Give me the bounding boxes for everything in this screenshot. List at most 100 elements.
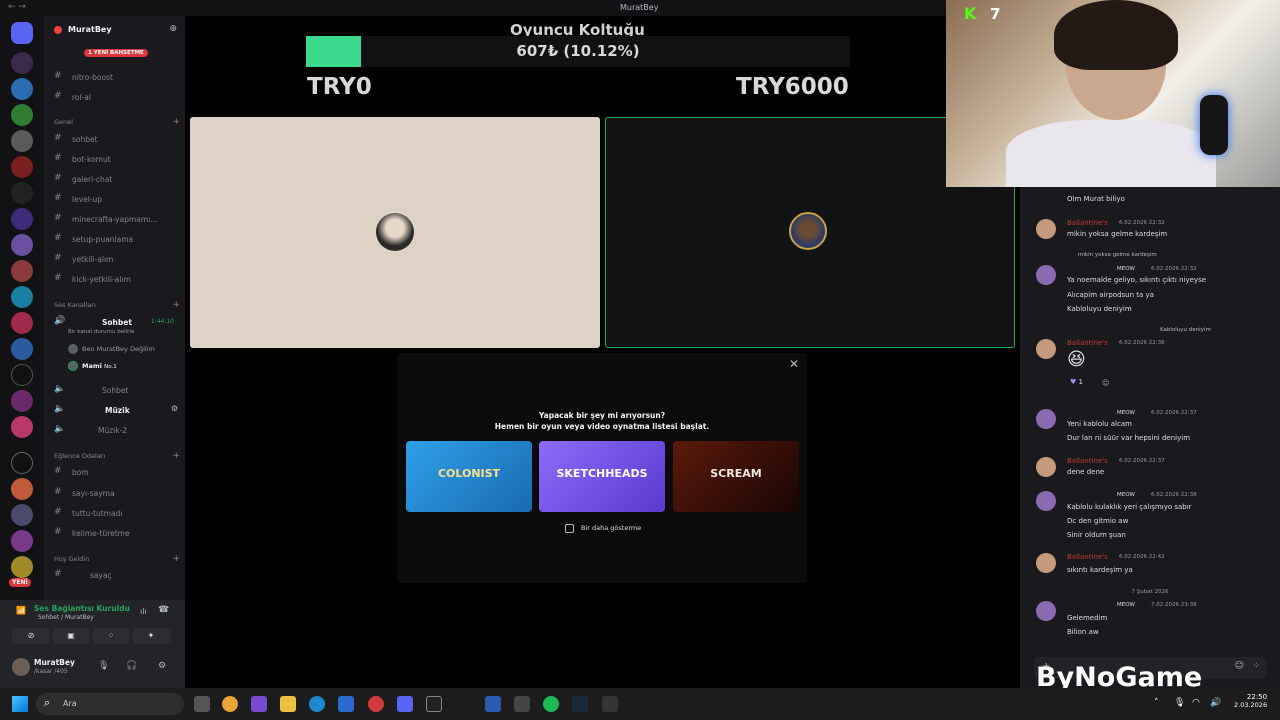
edge-icon[interactable] — [309, 696, 325, 712]
plus-icon[interactable]: + — [172, 554, 180, 564]
channel-status[interactable]: Bir kanal durumu belirle — [68, 329, 134, 335]
mention-badge[interactable]: 1 YENİ BAHSETME — [84, 49, 148, 57]
taskbar-clock[interactable]: 22:50 2.03.2026 — [1234, 693, 1267, 709]
chevron-up-icon[interactable]: ˄ — [1154, 698, 1159, 708]
server-icon[interactable] — [11, 286, 33, 308]
server-icon[interactable] — [11, 364, 33, 386]
server-icon[interactable] — [11, 338, 33, 360]
voice-channel-sohbet[interactable]: 🔈 Sohbet — [52, 381, 180, 399]
channel-kelime-turetme[interactable]: # kelime-türetme — [52, 524, 180, 542]
channel-kick-yetkili-alim[interactable]: # kick-yetkili-alım — [52, 270, 180, 288]
activity-button[interactable]: ⁘ — [92, 628, 130, 644]
channel-level-up[interactable]: # level-up — [52, 190, 180, 208]
spotify-icon[interactable] — [543, 696, 559, 712]
server-icon[interactable] — [11, 556, 33, 578]
server-icon[interactable] — [11, 416, 33, 438]
category-genel[interactable]: Genel + — [54, 117, 180, 127]
voice-channel-muzik[interactable]: 🔈 Müzik ⚙ — [52, 401, 180, 419]
reply-preview[interactable]: Kabloluyu deniyim — [1160, 327, 1211, 333]
app-icon[interactable] — [602, 696, 618, 712]
activity-card-sketchheads[interactable]: SKETCHHEADS — [539, 441, 665, 512]
disconnect-icon[interactable]: ☎ — [158, 605, 169, 615]
server-icon[interactable] — [11, 78, 33, 100]
store-icon[interactable] — [338, 696, 354, 712]
activity-card-colonist[interactable]: COLONIST — [406, 441, 532, 512]
server-icon[interactable] — [11, 208, 33, 230]
dont-show-checkbox[interactable] — [565, 524, 574, 533]
add-member-icon[interactable]: ⊕ — [169, 24, 177, 34]
copilot-icon[interactable] — [251, 696, 267, 712]
camera-off-button[interactable]: ⊘ — [12, 628, 50, 644]
channel-galeri-chat[interactable]: # galeri-chat — [52, 170, 180, 188]
voice-user[interactable]: Ben MuratBey Değilim — [68, 344, 155, 354]
category-hos-geldin[interactable]: Hoş Geldin + — [54, 554, 180, 564]
windows-start-icon[interactable] — [12, 696, 28, 712]
task-view-icon[interactable] — [194, 696, 210, 712]
chat-author[interactable]: Ballantine's — [1067, 457, 1108, 465]
voice-tile-user[interactable] — [190, 117, 600, 348]
channel-sayac[interactable]: # sayaç — [52, 566, 180, 584]
plus-icon[interactable]: + — [172, 300, 180, 310]
channel-bom[interactable]: # bom — [52, 463, 180, 481]
avatar[interactable] — [1036, 491, 1056, 511]
avatar[interactable] — [1036, 219, 1056, 239]
wifi-icon[interactable]: ◠ — [1192, 698, 1200, 708]
close-icon[interactable]: ✕ — [789, 357, 799, 371]
reply-preview[interactable]: mikin yoksa gelme kardeşim — [1078, 252, 1157, 258]
channel-tuttu-tutmadi[interactable]: # tuttu-tutmadı — [52, 504, 180, 522]
server-icon[interactable] — [11, 234, 33, 256]
channel-nitro-boost[interactable]: # nitro-boost — [52, 68, 180, 86]
channel-minecrafta[interactable]: # minecrafta-yapmamı... — [52, 210, 180, 228]
plus-icon[interactable]: + — [172, 117, 180, 127]
avatar[interactable] — [12, 658, 30, 676]
opera-icon[interactable] — [368, 696, 384, 712]
chrome-icon[interactable] — [222, 696, 238, 712]
channel-setup-puanlama[interactable]: # setup-puanlama — [52, 230, 180, 248]
channel-yetkili-alim[interactable]: # yetkili-alım — [52, 250, 180, 268]
discord-home-icon[interactable] — [11, 22, 33, 44]
server-icon[interactable] — [11, 104, 33, 126]
emoji-icon[interactable]: ☺ — [1235, 661, 1244, 671]
category-eglence[interactable]: Eğlence Odaları + — [54, 451, 180, 461]
avatar[interactable] — [1036, 339, 1056, 359]
gear-icon[interactable]: ⚙ — [158, 661, 166, 671]
avatar[interactable] — [1036, 457, 1056, 477]
file-explorer-icon[interactable] — [280, 696, 296, 712]
server-icon[interactable] — [11, 530, 33, 552]
channel-rol-al[interactable]: # rol-al — [52, 88, 180, 106]
voice-user[interactable]: Mami No.1 — [68, 361, 117, 371]
app-icon[interactable] — [514, 696, 530, 712]
server-icon[interactable] — [11, 390, 33, 412]
app-icon[interactable] — [485, 696, 501, 712]
voice-status[interactable]: Ses Bağlantısı Kuruldu — [34, 604, 130, 613]
soundboard-button[interactable]: ✦ — [132, 628, 170, 644]
apps-icon[interactable]: ⁘ — [1252, 661, 1260, 671]
avatar[interactable] — [1036, 601, 1056, 621]
microphone-icon[interactable]: 🎙 — [1174, 698, 1185, 708]
chat-author[interactable]: Ballantine's — [1067, 219, 1108, 227]
server-icon[interactable] — [11, 130, 33, 152]
capcut-icon[interactable] — [426, 696, 442, 712]
voice-location[interactable]: Sohbet / MuratBey — [38, 614, 94, 621]
avatar[interactable] — [1036, 553, 1056, 573]
steam-icon[interactable] — [572, 696, 588, 712]
server-icon[interactable] — [11, 260, 33, 282]
channel-sohbet[interactable]: # sohbet — [52, 130, 180, 148]
plus-icon[interactable]: + — [172, 451, 180, 461]
avatar[interactable] — [1036, 409, 1056, 429]
server-header[interactable]: MuratBey ⊕ — [44, 20, 185, 40]
reaction-heart[interactable]: ♥ 1 — [1070, 378, 1083, 386]
category-ses-kanallari[interactable]: Ses Kanalları + — [54, 300, 180, 310]
add-reaction-icon[interactable]: ☺ — [1102, 379, 1109, 387]
server-icon[interactable] — [11, 182, 33, 204]
server-icon[interactable] — [11, 452, 33, 474]
noise-suppression-icon[interactable]: ılı — [140, 607, 147, 616]
gear-icon[interactable]: ⚙ — [171, 404, 178, 413]
activity-card-scream[interactable]: SCREAM — [673, 441, 799, 512]
server-icon[interactable] — [11, 504, 33, 526]
server-icon[interactable] — [11, 52, 33, 74]
server-icon[interactable] — [11, 478, 33, 500]
server-icon[interactable] — [11, 156, 33, 178]
microphone-icon[interactable]: 🎙 — [98, 661, 109, 671]
chat-author[interactable]: Ballantine's — [1067, 339, 1108, 347]
